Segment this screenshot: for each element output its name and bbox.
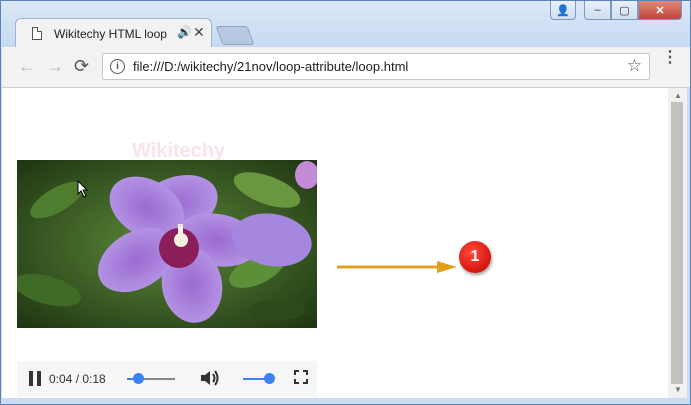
forward-button[interactable]: →: [46, 56, 64, 77]
info-icon[interactable]: i: [110, 59, 125, 74]
address-bar[interactable]: i file:///D:/wikitechy/21nov/loop-attrib…: [102, 53, 650, 80]
audio-playing-icon[interactable]: 🔊: [177, 25, 192, 39]
minimize-button[interactable]: –: [584, 1, 611, 20]
browser-window: Wikitechy HTML loop 🔊 ✕ 👤 – ▢ ✕ ← → ⟳ i …: [0, 0, 691, 405]
page-content: Wikitechy 0:04 / 0:18 1: [2, 88, 668, 398]
vertical-scrollbar[interactable]: ▲ ▼: [668, 88, 687, 398]
close-window-button[interactable]: ✕: [638, 1, 682, 20]
video-controls: 0:04 / 0:18: [17, 361, 317, 397]
maximize-button[interactable]: ▢: [611, 1, 638, 20]
page-icon: [32, 27, 42, 40]
annotation-badge: 1: [459, 241, 491, 273]
fullscreen-icon[interactable]: [294, 370, 308, 384]
volume-handle[interactable]: [264, 373, 275, 384]
browser-menu-icon[interactable]: ⋮: [662, 50, 678, 66]
title-bar: Wikitechy HTML loop 🔊 ✕ 👤 – ▢ ✕: [1, 1, 690, 47]
seek-bar[interactable]: [127, 373, 175, 384]
video-player[interactable]: [17, 160, 317, 328]
user-profile-button[interactable]: 👤: [550, 1, 576, 20]
new-tab-button[interactable]: [215, 26, 255, 45]
scroll-down-icon[interactable]: ▼: [674, 385, 682, 394]
browser-toolbar: ← → ⟳ i file:///D:/wikitechy/21nov/loop-…: [2, 47, 690, 88]
browser-tab[interactable]: Wikitechy HTML loop 🔊 ✕: [15, 18, 212, 47]
volume-slider[interactable]: [243, 373, 275, 384]
bookmark-star-icon[interactable]: ☆: [627, 56, 642, 76]
volume-icon[interactable]: [199, 368, 221, 391]
video-frame-flower: [17, 160, 317, 328]
window-controls: 👤 – ▢ ✕: [550, 1, 682, 21]
annotation-arrow-icon: [337, 260, 457, 278]
reload-button[interactable]: ⟳: [74, 56, 89, 77]
back-button[interactable]: ←: [18, 56, 36, 77]
pause-icon[interactable]: [29, 371, 41, 386]
seek-handle[interactable]: [132, 373, 144, 384]
mouse-cursor-icon: [77, 179, 89, 203]
tab-title: Wikitechy HTML loop: [54, 27, 167, 41]
tab-close-icon[interactable]: ✕: [193, 24, 205, 41]
scrollbar-thumb[interactable]: [671, 102, 683, 384]
scroll-up-icon[interactable]: ▲: [674, 91, 682, 100]
url-text[interactable]: file:///D:/wikitechy/21nov/loop-attribut…: [133, 59, 408, 74]
time-display: 0:04 / 0:18: [49, 372, 106, 386]
